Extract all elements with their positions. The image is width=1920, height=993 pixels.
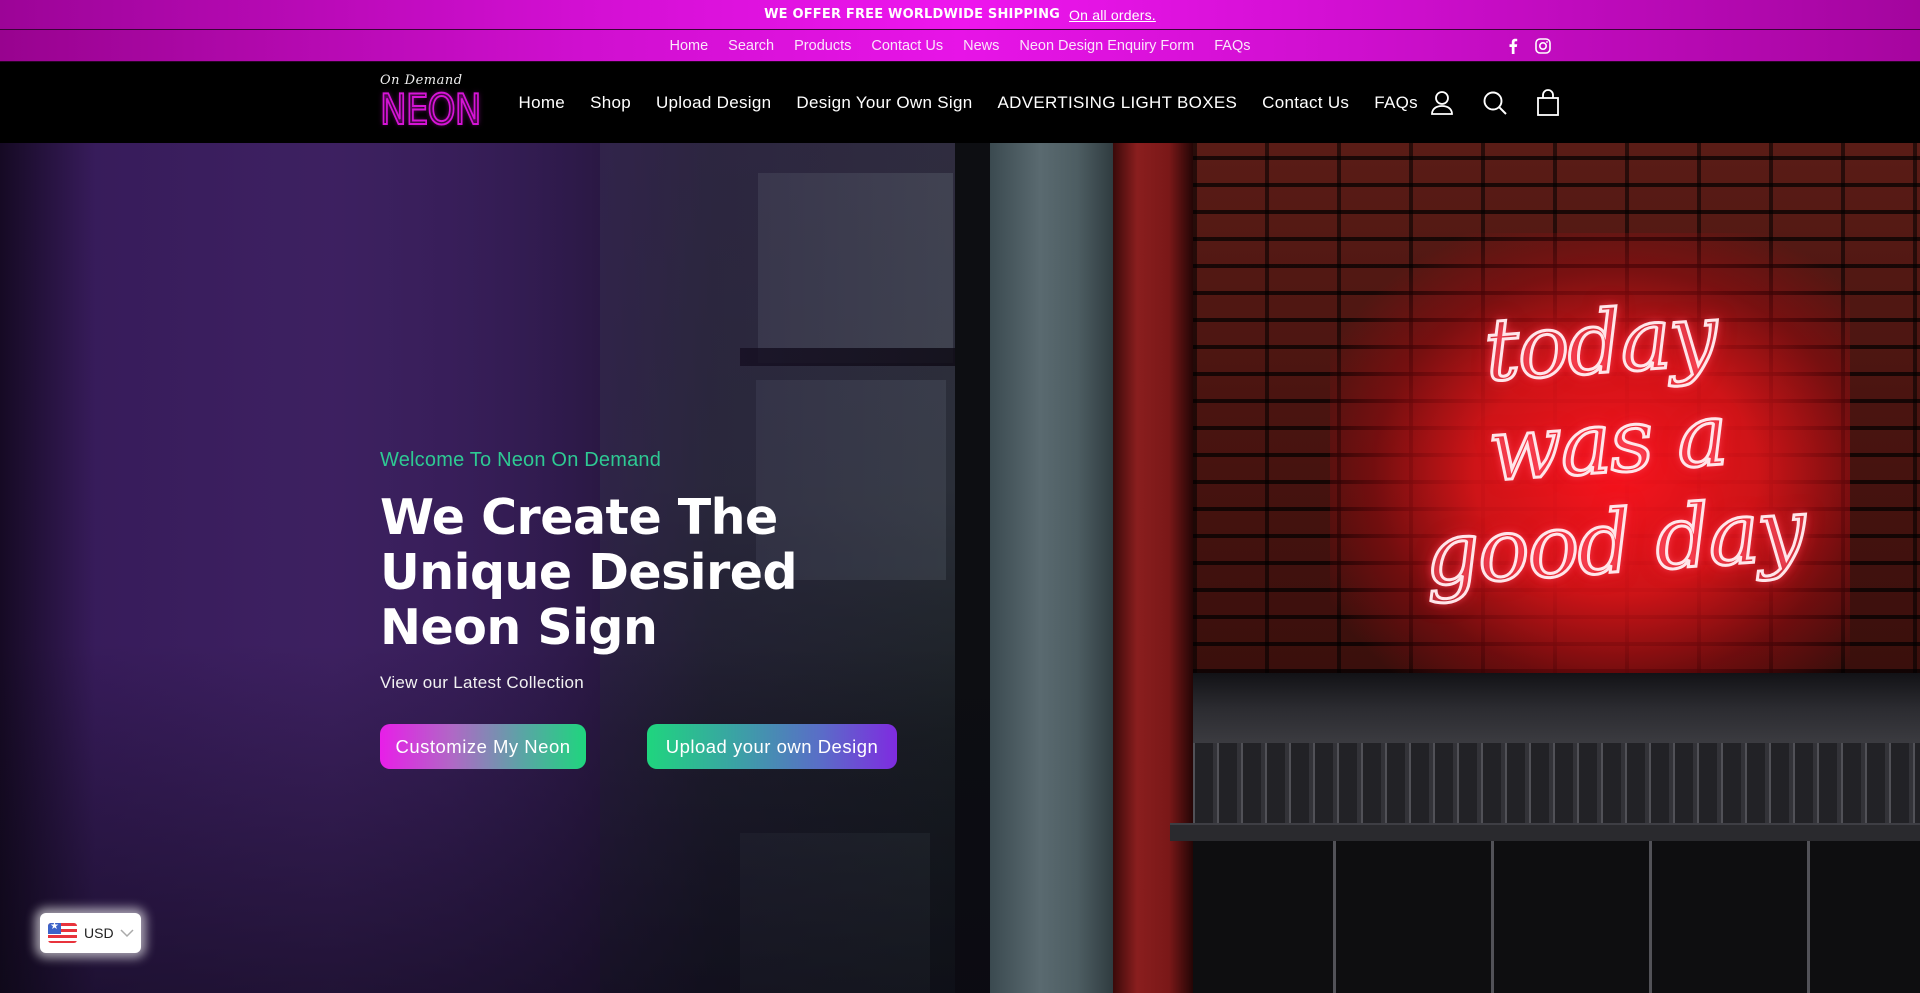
hero-eyebrow: Welcome To Neon On Demand bbox=[380, 449, 662, 471]
utility-link-home[interactable]: Home bbox=[659, 38, 718, 54]
hero-headline-line: Unique Desired bbox=[380, 544, 798, 601]
us-flag-icon: ★ bbox=[48, 923, 77, 943]
nav-faqs[interactable]: FAQs bbox=[1362, 93, 1431, 113]
nav-home[interactable]: Home bbox=[506, 93, 578, 113]
cart-icon[interactable] bbox=[1534, 89, 1562, 117]
hero-cta-row: Customize My Neon Upload your own Design bbox=[380, 724, 897, 769]
nav-upload-design[interactable]: Upload Design bbox=[643, 93, 783, 113]
utility-nav: Home Search Products Contact Us News Neo… bbox=[0, 30, 1920, 62]
utility-link-news[interactable]: News bbox=[953, 38, 1009, 54]
currency-selector[interactable]: ★ USD bbox=[40, 913, 141, 953]
nav-design-your-own-sign[interactable]: Design Your Own Sign bbox=[784, 93, 985, 113]
hero-concrete-wall bbox=[990, 143, 1115, 993]
logo-word: NEON bbox=[379, 85, 482, 134]
hero-shelf bbox=[1170, 823, 1920, 841]
hero-shelf-wall bbox=[1193, 673, 1920, 743]
hero-banner: today was a good day bbox=[0, 143, 1920, 993]
hero-content: Welcome To Neon On Demand We Create The … bbox=[380, 449, 940, 693]
announcement-link[interactable]: On all orders. bbox=[1069, 7, 1156, 23]
chevron-down-icon bbox=[120, 926, 134, 940]
instagram-icon[interactable] bbox=[1535, 38, 1551, 54]
nav-advertising-light-boxes[interactable]: ADVERTISING LIGHT BOXES bbox=[985, 93, 1250, 113]
nav-shop[interactable]: Shop bbox=[578, 93, 644, 113]
utility-link-contact-us[interactable]: Contact Us bbox=[861, 38, 953, 54]
hero-red-beam bbox=[1113, 143, 1193, 993]
utility-link-products[interactable]: Products bbox=[784, 38, 861, 54]
hero-shadow bbox=[0, 643, 1000, 993]
facebook-icon[interactable] bbox=[1505, 38, 1521, 54]
announcement-bar: WE OFFER FREE WORLDWIDE SHIPPING On all … bbox=[0, 0, 1920, 30]
hero-subline: View our Latest Collection bbox=[380, 673, 585, 692]
currency-code: USD bbox=[84, 925, 114, 941]
hero-headline: We Create The Unique Desired Neon Sign bbox=[380, 490, 940, 655]
hero-glasses bbox=[1193, 743, 1920, 823]
customize-my-neon-button[interactable]: Customize My Neon bbox=[380, 724, 586, 769]
announcement-text: WE OFFER FREE WORLDWIDE SHIPPING bbox=[764, 7, 1061, 22]
hero-headline-line: We Create The bbox=[380, 489, 778, 546]
utility-link-faqs[interactable]: FAQs bbox=[1204, 38, 1260, 54]
account-icon[interactable] bbox=[1428, 89, 1456, 117]
hero-headline-line: Neon Sign bbox=[380, 599, 658, 656]
hero-taps bbox=[1193, 841, 1920, 993]
site-logo[interactable]: On Demand NEON bbox=[378, 73, 482, 135]
site-header: On Demand NEON Home Shop Upload Design D… bbox=[0, 63, 1920, 143]
utility-link-enquiry-form[interactable]: Neon Design Enquiry Form bbox=[1009, 38, 1204, 54]
neon-sign-image: today was a good day bbox=[1367, 277, 1852, 688]
upload-your-own-design-button[interactable]: Upload your own Design bbox=[647, 724, 897, 769]
utility-link-search[interactable]: Search bbox=[718, 38, 784, 54]
header-icons bbox=[1428, 63, 1562, 143]
nav-contact-us[interactable]: Contact Us bbox=[1250, 93, 1362, 113]
main-nav: Home Shop Upload Design Design Your Own … bbox=[506, 63, 1430, 143]
search-icon[interactable] bbox=[1481, 89, 1509, 117]
social-links bbox=[1505, 30, 1551, 62]
